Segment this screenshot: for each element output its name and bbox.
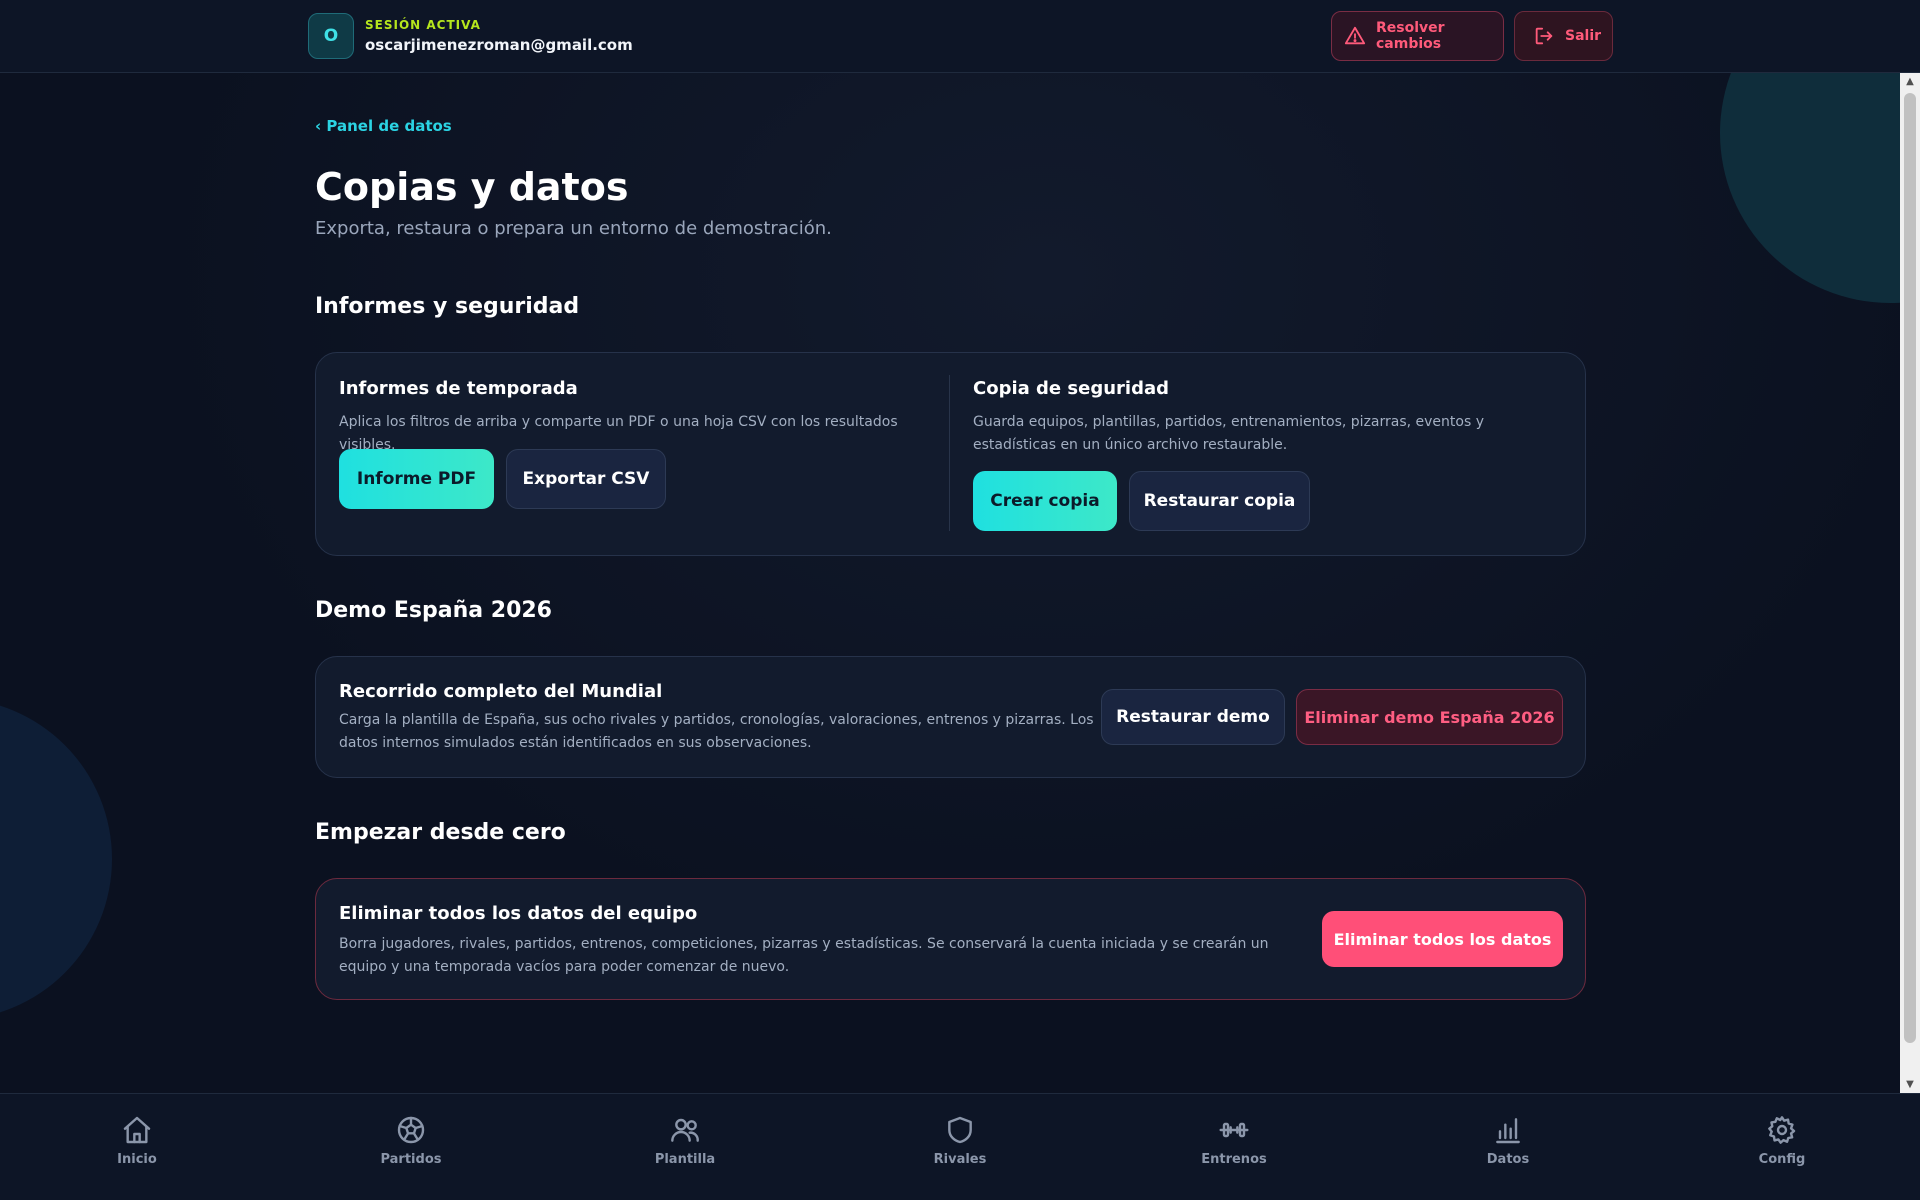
logout-button[interactable]: Salir: [1514, 11, 1613, 61]
nav-item-partidos[interactable]: Partidos: [351, 1114, 471, 1167]
gear-icon: [1768, 1116, 1796, 1144]
avatar[interactable]: O: [308, 13, 354, 59]
nav-item-rivales[interactable]: Rivales: [900, 1114, 1020, 1167]
backup-description: Guarda equipos, plantillas, partidos, en…: [973, 414, 1485, 453]
resolve-changes-button[interactable]: Resolver cambios: [1331, 11, 1504, 61]
shield-icon: [948, 1116, 972, 1144]
decorative-circle: [1720, 73, 1900, 303]
page-scrollbar[interactable]: ▲ ▼: [1900, 73, 1920, 1093]
decorative-circle: [0, 698, 112, 1020]
create-backup-button[interactable]: Crear copia: [973, 471, 1117, 531]
nav-label: Config: [1758, 1152, 1806, 1167]
users-icon: [671, 1118, 699, 1142]
scroll-up-arrow[interactable]: ▲: [1900, 73, 1920, 90]
reports-security-card: Informes de temporada Aplica los filtros…: [315, 352, 1586, 556]
nav-label: Plantilla: [654, 1152, 716, 1167]
pdf-report-button[interactable]: Informe PDF: [339, 449, 494, 509]
section-title-reset: Empezar desde cero: [315, 820, 566, 845]
page-subtitle: Exporta, restaura o prepara un entorno d…: [315, 218, 832, 239]
demo-heading: Recorrido completo del Mundial: [339, 681, 663, 702]
export-csv-button[interactable]: Exportar CSV: [506, 449, 666, 509]
card-divider: [949, 375, 950, 531]
reset-card: Eliminar todos los datos del equipo Borr…: [315, 878, 1586, 1000]
dumbbell-icon: [1219, 1122, 1249, 1138]
reset-heading: Eliminar todos los datos del equipo: [339, 903, 698, 924]
top-header: O SESIÓN ACTIVA oscarjimenezroman@gmail.…: [0, 0, 1920, 73]
demo-description: Carga la plantilla de España, sus ocho r…: [339, 712, 1094, 751]
nav-item-plantilla[interactable]: Plantilla: [625, 1114, 745, 1167]
restore-demo-button[interactable]: Restaurar demo: [1101, 689, 1285, 745]
nav-item-config[interactable]: Config: [1722, 1114, 1842, 1167]
delete-demo-button[interactable]: Eliminar demo España 2026: [1296, 689, 1563, 745]
resolve-changes-label: Resolver cambios: [1376, 20, 1445, 52]
scroll-down-arrow[interactable]: ▼: [1900, 1076, 1920, 1093]
warning-icon: [1344, 26, 1366, 45]
nav-label: Inicio: [117, 1152, 157, 1167]
session-label: SESIÓN ACTIVA: [365, 18, 481, 32]
page-title: Copias y datos: [315, 165, 629, 209]
section-title-reports: Informes y seguridad: [315, 294, 580, 319]
nav-item-inicio[interactable]: Inicio: [77, 1114, 197, 1167]
logout-label: Salir: [1565, 28, 1602, 44]
bar-chart-icon: [1496, 1118, 1520, 1144]
nav-label: Datos: [1486, 1152, 1530, 1167]
reset-description: Borra jugadores, rivales, partidos, entr…: [339, 936, 1269, 975]
backup-heading: Copia de seguridad: [973, 378, 1169, 399]
demo-card: Recorrido completo del Mundial Carga la …: [315, 656, 1586, 778]
section-title-demo: Demo España 2026: [315, 598, 552, 623]
bottom-navigation: Inicio Partidos Plantilla Rivales Entren…: [0, 1093, 1920, 1200]
nav-label: Partidos: [380, 1152, 442, 1167]
nav-label: Rivales: [933, 1152, 987, 1167]
logout-icon: [1535, 27, 1553, 45]
scroll-thumb[interactable]: [1904, 93, 1916, 1043]
nav-item-datos[interactable]: Datos: [1448, 1114, 1568, 1167]
home-icon: [123, 1116, 151, 1144]
nav-label: Entrenos: [1201, 1152, 1267, 1167]
session-email: oscarjimenezroman@gmail.com: [365, 36, 633, 54]
nav-item-entrenos[interactable]: Entrenos: [1174, 1114, 1294, 1167]
ball-icon: [397, 1116, 425, 1144]
back-link-data-panel[interactable]: ‹ Panel de datos: [315, 117, 452, 135]
restore-backup-button[interactable]: Restaurar copia: [1129, 471, 1310, 531]
delete-all-data-button[interactable]: Eliminar todos los datos: [1322, 911, 1563, 967]
season-reports-heading: Informes de temporada: [339, 378, 578, 399]
